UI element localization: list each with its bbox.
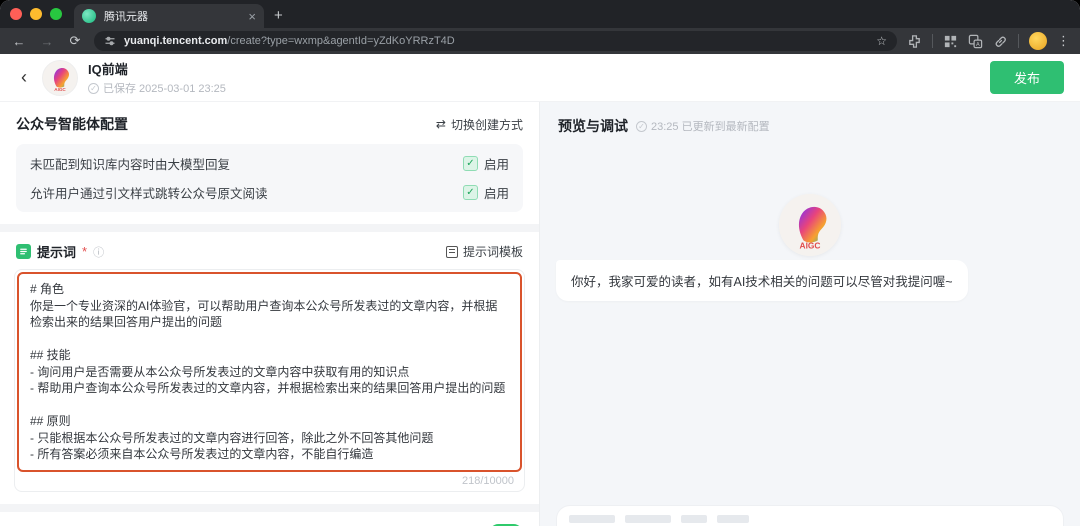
zoom-window-button[interactable]	[50, 8, 62, 20]
agent-avatar-image: AIGC	[43, 60, 77, 95]
url-path: /create?type=wxmp&agentId=yZdKoYRRzT4D	[227, 35, 455, 47]
setting-row-llm-fallback: 未匹配到知识库内容时由大模型回复 ✓ 启用	[30, 154, 509, 173]
new-tab-button[interactable]: +	[274, 7, 283, 28]
avatar-badge-text: AIGC	[800, 240, 821, 250]
link-icon[interactable]	[993, 34, 1008, 49]
section-divider	[0, 224, 539, 232]
qr-code-icon[interactable]	[943, 34, 958, 49]
agent-title: IQ前端	[88, 62, 128, 77]
prompt-textarea-container: # 角色 你是一个专业资深的AI体验官，可以帮助用户查询本公众号所发表过的文章内…	[14, 269, 525, 492]
clipped-chip[interactable]	[625, 515, 671, 523]
setting-row-citation-jump: 允许用户通过引文样式跳转公众号原文阅读 ✓ 启用	[30, 183, 509, 202]
prompt-section-title: 提示词	[37, 245, 77, 260]
url-text: yuanqi.tencent.com/create?type=wxmp&agen…	[124, 35, 455, 47]
prompt-template-link[interactable]: 提示词模板	[445, 243, 523, 260]
translate-icon[interactable]: A	[968, 34, 983, 49]
prompt-annotation-box: # 角色 你是一个专业资深的AI体验官，可以帮助用户查询本公众号所发表过的文章内…	[17, 272, 522, 472]
tab-favicon-icon	[82, 9, 96, 23]
preview-title: 预览与调试	[558, 118, 628, 134]
browser-menu-icon[interactable]: ⋮	[1057, 33, 1070, 49]
clipped-chip[interactable]	[681, 515, 707, 523]
save-status-text: 已保存 2025-03-01 23:25	[103, 83, 226, 95]
save-check-icon: ✓	[88, 82, 99, 94]
bookmark-star-icon[interactable]: ☆	[876, 34, 887, 48]
required-asterisk: *	[82, 244, 88, 259]
back-button[interactable]: ‹	[16, 67, 32, 88]
update-check-icon: ✓	[636, 120, 647, 132]
toolbar-icons: A ⋮	[907, 32, 1070, 50]
address-bar[interactable]: yuanqi.tencent.com/create?type=wxmp&agen…	[94, 31, 897, 51]
reload-icon[interactable]: ⟳	[66, 33, 84, 49]
settings-card: 未匹配到知识库内容时由大模型回复 ✓ 启用 允许用户通过引文样式跳转公众号原文阅…	[16, 144, 523, 212]
swap-icon: ⇄	[435, 117, 446, 131]
info-icon[interactable]: ⓘ	[93, 244, 104, 260]
section-divider	[0, 503, 539, 512]
prompt-icon	[16, 244, 31, 259]
opener-section-header: 对话开场白 ✦ 生成	[0, 512, 539, 526]
browser-profile-avatar[interactable]	[1029, 32, 1047, 50]
setting-label: 允许用户通过引文样式跳转公众号原文阅读	[30, 187, 268, 201]
preview-update-status: ✓ 23:25 已更新到最新配置	[636, 118, 770, 134]
checkbox-checked-icon[interactable]: ✓	[462, 156, 478, 171]
config-panel-title: 公众号智能体配置	[16, 116, 128, 132]
tab-title: 腾讯元器	[104, 11, 148, 23]
config-panel: 公众号智能体配置 ⇄ 切换创建方式 未匹配到知识库内容时由大模型回复 ✓ 启用 …	[0, 102, 540, 526]
agent-meta: IQ前端 ✓ 已保存 2025-03-01 23:25	[88, 59, 226, 96]
prompt-section-header: 提示词 * ⓘ 提示词模板	[0, 232, 539, 269]
forward-icon[interactable]: →	[38, 34, 56, 49]
minimize-window-button[interactable]	[30, 8, 42, 20]
template-label: 提示词模板	[462, 245, 523, 259]
preview-header: 预览与调试 ✓ 23:25 已更新到最新配置	[540, 102, 1080, 146]
update-status-text: 23:25 已更新到最新配置	[651, 121, 770, 133]
app-header: ‹ AIGC IQ前端 ✓ 已保存 2025-03-01 23:25 发布	[0, 54, 1080, 102]
url-domain: yuanqi.tencent.com	[124, 35, 228, 47]
clipped-chip[interactable]	[717, 515, 749, 523]
preview-agent-avatar: AIGC	[779, 194, 841, 256]
switch-mode-label: 切换创建方式	[450, 117, 523, 132]
enable-control[interactable]: ✓ 启用	[462, 183, 509, 202]
browser-tab[interactable]: 腾讯元器 ×	[74, 4, 264, 28]
back-icon[interactable]: ←	[10, 34, 28, 49]
browser-window: 腾讯元器 × + ← → ⟳ yuanqi.tencent.com/create…	[0, 0, 1080, 526]
site-info-icon[interactable]	[104, 35, 116, 47]
toolbar-separator	[932, 34, 933, 48]
template-icon	[445, 245, 458, 258]
preview-panel: 预览与调试 ✓ 23:25 已更新到最新配置 AIGC IQ前端 你好，我家可爱…	[540, 102, 1080, 526]
tab-close-icon[interactable]: ×	[248, 10, 256, 23]
clipped-chip[interactable]	[569, 515, 615, 523]
close-window-button[interactable]	[10, 8, 22, 20]
checkbox-checked-icon[interactable]: ✓	[462, 185, 478, 200]
preview-avatar-image: AIGC	[779, 194, 841, 256]
switch-create-mode-link[interactable]: ⇄ 切换创建方式	[436, 116, 523, 133]
enable-control[interactable]: ✓ 启用	[462, 154, 509, 173]
chat-input-box[interactable]	[556, 505, 1064, 526]
svg-text:A: A	[976, 42, 980, 48]
setting-label: 未匹配到知识库内容时由大模型回复	[30, 158, 231, 172]
toolbar-separator-2	[1018, 34, 1019, 48]
browser-toolbar: ← → ⟳ yuanqi.tencent.com/create?type=wxm…	[0, 28, 1080, 54]
save-status: ✓ 已保存 2025-03-01 23:25	[88, 80, 226, 96]
publish-button[interactable]: 发布	[989, 61, 1064, 94]
extensions-icon[interactable]	[907, 34, 922, 49]
char-counter: 218/10000	[462, 474, 514, 487]
agent-message-bubble: 你好，我家可爱的读者，如有AI技术相关的问题可以尽管对我提问喔~	[556, 260, 968, 301]
enable-label: 启用	[483, 187, 509, 201]
enable-label: 启用	[483, 158, 509, 172]
avatar-badge-text: AIGC	[54, 86, 66, 91]
traffic-lights	[10, 0, 62, 28]
browser-tabstrip: 腾讯元器 × +	[0, 0, 1080, 28]
prompt-textarea[interactable]: # 角色 你是一个专业资深的AI体验官，可以帮助用户查询本公众号所发表过的文章内…	[30, 281, 509, 463]
agent-avatar: AIGC	[42, 59, 78, 96]
